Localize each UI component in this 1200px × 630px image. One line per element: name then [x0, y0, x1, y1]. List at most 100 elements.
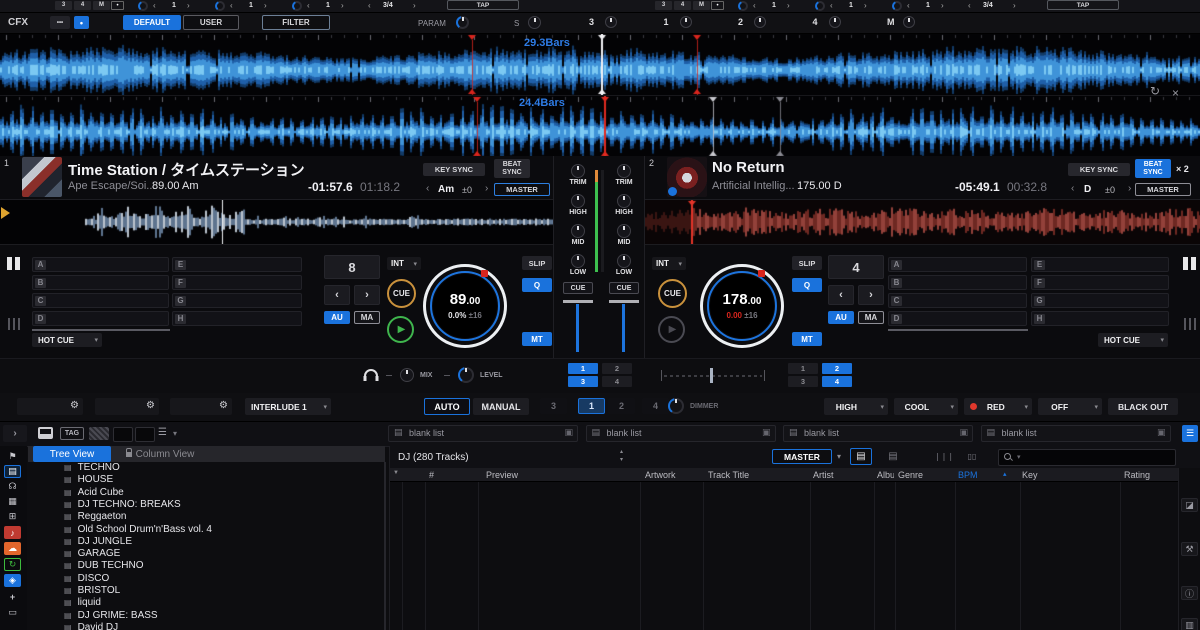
- deck2-auto-button[interactable]: AU: [828, 311, 854, 324]
- deck1-hot-cue-pad-C[interactable]: C: [32, 293, 169, 308]
- tree-item[interactable]: ▤David DJ: [28, 622, 378, 630]
- deck1-key-prev-icon[interactable]: ‹: [426, 183, 429, 194]
- deck2-hot-cue-pad-G[interactable]: G: [1031, 293, 1169, 308]
- tree-item[interactable]: ▤TECHNO: [28, 462, 378, 474]
- cfx-assign-knob-2[interactable]: [754, 16, 766, 28]
- deck2-hot-cue-pad-A[interactable]: A: [888, 257, 1027, 272]
- bookmark-icon[interactable]: ⚑: [4, 450, 21, 463]
- lighting-beat-button-2[interactable]: 2: [608, 398, 635, 414]
- lighting-preset-dropdown[interactable]: INTERLUDE 1 ▾: [245, 398, 331, 415]
- loop-decrease-icon[interactable]: ‹: [830, 1, 833, 10]
- track-edit-icon[interactable]: ⚒: [1181, 542, 1198, 556]
- lighting-tone-dropdown[interactable]: COOL ▾: [894, 398, 958, 415]
- loop-decrease-icon[interactable]: ‹: [153, 1, 156, 10]
- lighting-beat-button-3[interactable]: 3: [540, 398, 567, 414]
- tree-item[interactable]: ▤liquid: [28, 597, 378, 609]
- channel2-fader-track[interactable]: [622, 304, 625, 352]
- channel2-trim-knob[interactable]: [617, 164, 631, 178]
- loop-knob[interactable]: [215, 1, 225, 11]
- tab-tree-view[interactable]: Tree View: [33, 446, 111, 462]
- tree-scrollbar[interactable]: [384, 462, 386, 630]
- deck1-master-button[interactable]: MASTER: [494, 183, 550, 196]
- deck1-hot-cue-pad-F[interactable]: F: [172, 275, 302, 290]
- view-mode-columns3-button[interactable]: ❘❘❘: [934, 448, 954, 465]
- chevron-down-icon[interactable]: ▾: [173, 429, 177, 438]
- monitor-right-button-3[interactable]: 3: [788, 376, 818, 387]
- column-artwork[interactable]: Artwork: [645, 470, 676, 480]
- cfx-user-button[interactable]: USER: [183, 15, 239, 30]
- cfx-assign-knob-M[interactable]: [903, 16, 915, 28]
- dimmer-knob[interactable]: [668, 398, 684, 414]
- column-title[interactable]: Track Title: [708, 470, 749, 480]
- fraction-increase-icon[interactable]: ›: [1013, 1, 1016, 10]
- headphone-mix-knob[interactable]: [400, 368, 414, 382]
- deck2-beat-sync-button[interactable]: BEAT SYNC: [1135, 159, 1171, 178]
- cfx-s-knob[interactable]: [528, 16, 541, 29]
- list-menu-icon[interactable]: ☰: [158, 427, 167, 438]
- tree-item[interactable]: ▤Old School Drum'n'Bass vol. 4: [28, 524, 378, 536]
- loop-decrease-icon[interactable]: ‹: [907, 1, 910, 10]
- dot-button[interactable]: •: [111, 1, 124, 10]
- blank-list-panel-2[interactable]: ▤blank list▣: [586, 425, 776, 442]
- color-swatch-button-2[interactable]: [135, 427, 155, 442]
- loop-decrease-icon[interactable]: ‹: [753, 1, 756, 10]
- cfx-default-button[interactable]: DEFAULT: [123, 15, 181, 30]
- deck1-key-sync-button[interactable]: KEY SYNC: [423, 163, 485, 176]
- tap-button[interactable]: TAP: [447, 0, 519, 10]
- cfx-assign-knob-1[interactable]: [680, 16, 692, 28]
- loop-knob[interactable]: [815, 1, 825, 11]
- lighting-auto-button[interactable]: AUTO: [424, 398, 470, 415]
- deck2-manual-button[interactable]: MA: [858, 311, 884, 324]
- tree-item[interactable]: ▤GARAGE: [28, 548, 378, 560]
- deck1-play-mode-dropdown[interactable]: INT ▾: [387, 257, 421, 270]
- panel-menu-icon[interactable]: ▣: [564, 427, 573, 438]
- deck2-slip-button[interactable]: SLIP: [792, 256, 822, 270]
- lighting-beat-button-1[interactable]: 1: [578, 398, 605, 414]
- beat-button-4[interactable]: 4: [674, 1, 691, 10]
- texture-swatch-button[interactable]: [89, 427, 109, 440]
- deck2-hot-cue-pad-E[interactable]: E: [1031, 257, 1169, 272]
- display-icon[interactable]: ▭: [4, 606, 21, 619]
- loop-knob[interactable]: [292, 1, 302, 11]
- beat-button-3[interactable]: 3: [655, 1, 672, 10]
- deck2-key-prev-icon[interactable]: ‹: [1071, 183, 1074, 194]
- deck2-hot-cue-pad-B[interactable]: B: [888, 275, 1027, 290]
- sync-service-icon[interactable]: ↻: [4, 558, 21, 571]
- column-artist[interactable]: Artist: [813, 470, 834, 480]
- deck2-pad-scrollbar[interactable]: [888, 329, 1028, 331]
- fraction-decrease-icon[interactable]: ‹: [968, 1, 971, 10]
- deck1-auto-button[interactable]: AU: [324, 311, 350, 324]
- headphone-level-knob[interactable]: [458, 367, 474, 383]
- crossfader-handle[interactable]: [710, 368, 713, 383]
- playlists-icon[interactable]: ▤: [4, 465, 21, 478]
- channel2-mid-knob[interactable]: [617, 224, 631, 238]
- tree-item[interactable]: ▤Acid Cube: [28, 487, 378, 499]
- deck2-hot-cue-pad-H[interactable]: H: [1031, 311, 1169, 326]
- deck2-cue-button[interactable]: CUE: [658, 279, 687, 308]
- column-preview[interactable]: Preview: [486, 470, 518, 480]
- monitor-right-button-1[interactable]: 1: [788, 363, 818, 374]
- deck2-wave-view-icon[interactable]: [1184, 318, 1196, 330]
- lighting-mood-dropdown[interactable]: HIGH ▾: [824, 398, 888, 415]
- channel1-mid-knob[interactable]: [571, 224, 585, 238]
- tree-item[interactable]: ▤DUB TECHNO: [28, 560, 378, 572]
- deck2-key-sync-button[interactable]: KEY SYNC: [1068, 163, 1130, 176]
- deck1-hot-cue-pad-B[interactable]: B: [32, 275, 169, 290]
- blackout-button[interactable]: BLACK OUT: [1108, 398, 1178, 415]
- loop-decrease-icon[interactable]: ‹: [307, 1, 310, 10]
- beat-button-M[interactable]: M: [93, 1, 110, 10]
- blank-list-panel-1[interactable]: ▤blank list▣: [388, 425, 578, 442]
- view-mode-list-button[interactable]: ▤: [850, 448, 872, 465]
- monitor-left-button-3[interactable]: 3: [568, 376, 598, 387]
- view-mode-detail-button[interactable]: ▤: [882, 448, 904, 465]
- fixture-panel-2[interactable]: ⚙: [95, 398, 159, 415]
- panel-menu-icon[interactable]: ▣: [959, 427, 968, 438]
- deck1-hot-cue-pad-G[interactable]: G: [172, 293, 302, 308]
- chevron-down-icon[interactable]: ▾: [1017, 453, 1021, 461]
- search-input[interactable]: ▾: [998, 449, 1176, 466]
- blank-list-panel-3[interactable]: ▤blank list▣: [783, 425, 973, 442]
- lighting-state-dropdown[interactable]: OFF ▾: [1038, 398, 1102, 415]
- deck1-manual-button[interactable]: MA: [354, 311, 380, 324]
- deck1-cue-button[interactable]: CUE: [387, 279, 416, 308]
- filter-icon[interactable]: ▼: [393, 470, 399, 476]
